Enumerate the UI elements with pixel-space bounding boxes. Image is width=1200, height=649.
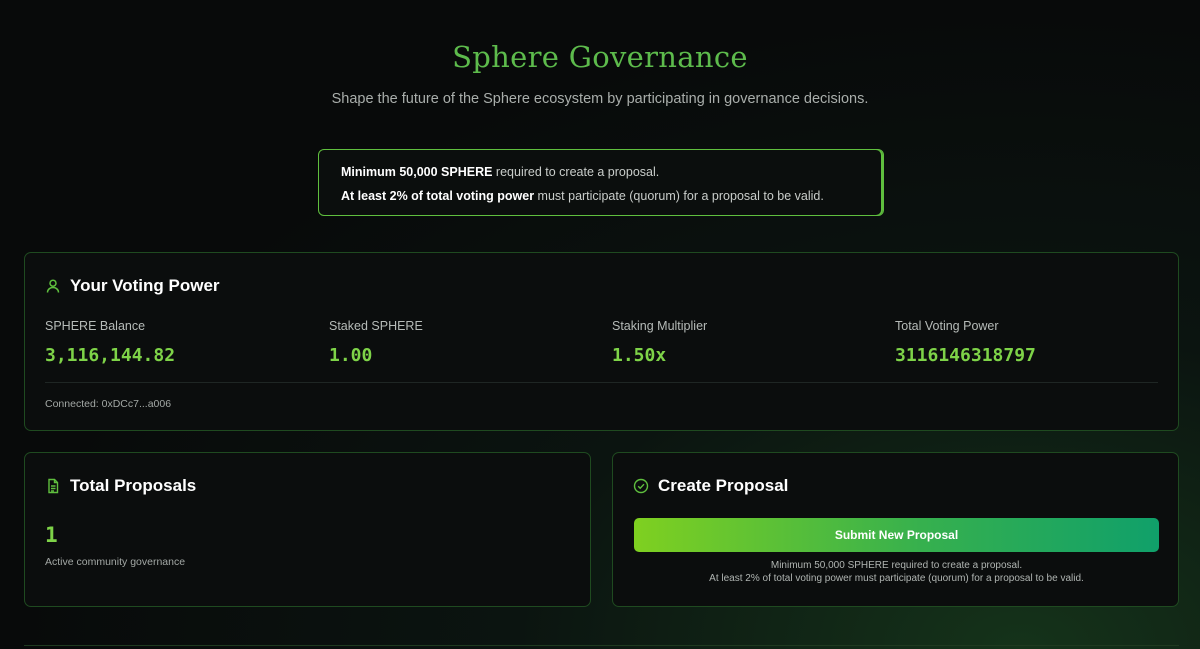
page-title: Sphere Governance (452, 40, 748, 74)
total-proposals-title: Total Proposals (70, 476, 197, 495)
voting-power-title: Your Voting Power (70, 276, 220, 295)
notice-minimum-bold: Minimum 50,000 SPHERE (341, 165, 493, 179)
notice-quorum-text: must participate (quorum) for a proposal… (534, 189, 824, 203)
notice-quorum-bold: At least 2% of total voting power (341, 189, 535, 203)
create-proposal-note-minimum: Minimum 50,000 SPHERE required to create… (770, 560, 1023, 571)
next-section-edge (24, 645, 1179, 646)
total-proposals-subtitle: Active community governance (45, 556, 186, 568)
stat-label: Staking Multiplier (612, 319, 708, 333)
stat-label: Staked SPHERE (329, 319, 423, 333)
stat-staked-sphere: Staked SPHERE 1.00 (329, 319, 423, 366)
total-proposals-header: Total Proposals (45, 476, 196, 496)
page-subtitle: Shape the future of the Sphere ecosystem… (331, 91, 869, 107)
stat-value: 1.50x (612, 345, 667, 366)
voting-power-card: Your Voting Power SPHERE Balance 3,116,1… (24, 252, 1179, 431)
total-proposals-card: Total Proposals 1 Active community gover… (24, 452, 591, 607)
check-circle-icon (633, 478, 649, 494)
stat-staking-multiplier: Staking Multiplier 1.50x (612, 319, 707, 366)
notice-line-minimum: Minimum 50,000 SPHERE required to create… (341, 163, 883, 187)
notice-line-quorum: At least 2% of total voting power must p… (341, 187, 883, 211)
divider (45, 382, 1158, 383)
requirements-notice: Minimum 50,000 SPHERE required to create… (318, 149, 884, 216)
notice-minimum-text: required to create a proposal. (492, 165, 660, 179)
create-proposal-title: Create Proposal (658, 476, 789, 495)
total-proposals-count: 1 (45, 523, 58, 547)
create-proposal-header: Create Proposal (633, 476, 788, 496)
connected-wallet: Connected: 0xDCc7...a006 (45, 398, 172, 410)
stat-label: SPHERE Balance (45, 319, 146, 333)
user-icon (45, 278, 61, 294)
stat-total-voting-power: Total Voting Power 3116146318797 (895, 319, 1036, 366)
create-proposal-card: Create Proposal Submit New Proposal Mini… (612, 452, 1179, 607)
create-proposal-note-quorum: At least 2% of total voting power must p… (709, 573, 1084, 584)
stat-value: 1.00 (329, 345, 373, 366)
stat-label: Total Voting Power (895, 319, 999, 333)
stat-value: 3,116,144.82 (45, 345, 176, 366)
stat-value: 3116146318797 (895, 345, 1036, 366)
stat-sphere-balance: SPHERE Balance 3,116,144.82 (45, 319, 175, 366)
voting-power-header: Your Voting Power (45, 276, 220, 296)
document-icon (45, 478, 61, 494)
submit-new-proposal-button[interactable]: Submit New Proposal (634, 518, 1159, 552)
